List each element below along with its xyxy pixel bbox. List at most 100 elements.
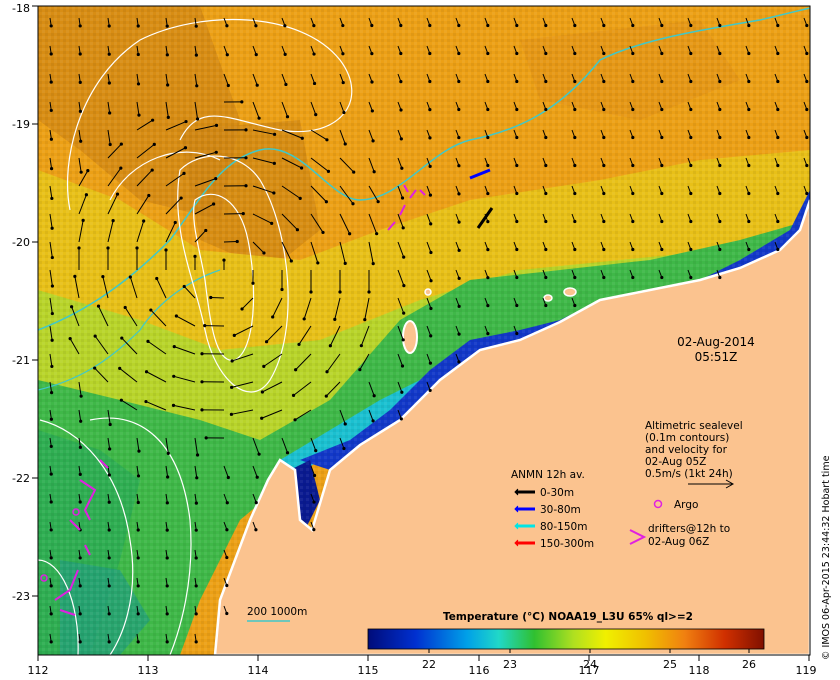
velocity-arrowhead bbox=[200, 352, 204, 356]
lon-tick-label: 114 bbox=[248, 664, 269, 677]
velocity-arrowhead bbox=[805, 23, 809, 28]
velocity-arrowhead bbox=[78, 612, 82, 616]
lat-tick-label: -23 bbox=[12, 590, 30, 603]
velocity-arrowhead bbox=[314, 449, 318, 453]
velocity-arrowhead bbox=[342, 446, 346, 451]
velocity-arrowhead bbox=[172, 345, 176, 349]
credit-text: © IMOS 06-Apr-2015 23:44:32 Hobart time bbox=[821, 455, 832, 660]
velocity-arrowhead bbox=[49, 52, 53, 56]
velocity-arrowhead bbox=[179, 196, 183, 200]
velocity-arrowhead bbox=[165, 612, 169, 616]
velocity-arrowhead bbox=[136, 528, 140, 532]
velocity-arrowhead bbox=[776, 163, 780, 168]
velocity-arrowhead bbox=[107, 52, 111, 56]
velocity-arrowhead bbox=[226, 83, 230, 88]
velocity-arrowhead bbox=[107, 500, 111, 504]
velocity-arrowhead bbox=[544, 107, 548, 112]
velocity-arrowhead bbox=[119, 142, 123, 146]
velocity-arrowhead bbox=[321, 230, 325, 235]
velocity-arrowhead bbox=[631, 23, 635, 28]
velocity-arrowhead bbox=[602, 275, 606, 280]
velocity-arrowhead bbox=[544, 247, 548, 252]
velocity-arrowhead bbox=[400, 196, 405, 200]
velocity-arrowhead bbox=[166, 451, 170, 455]
velocity-arrowhead bbox=[457, 248, 461, 252]
velocity-arrowhead bbox=[291, 393, 296, 397]
velocity-arrowhead bbox=[544, 79, 548, 84]
velocity-arrowhead bbox=[343, 142, 347, 146]
velocity-arrowhead bbox=[325, 138, 329, 142]
velocity-arrowhead bbox=[260, 416, 264, 420]
velocity-arrowhead bbox=[515, 331, 519, 336]
velocity-arrowhead bbox=[573, 79, 577, 84]
velocity-arrowhead bbox=[515, 219, 519, 224]
velocity-arrowhead bbox=[194, 501, 198, 505]
velocity-arrowhead bbox=[49, 444, 53, 449]
velocity-arrowhead bbox=[689, 79, 693, 84]
velocity-arrowhead bbox=[718, 51, 722, 56]
velocity-arrowhead bbox=[402, 255, 406, 259]
velocity-arrowhead bbox=[284, 82, 288, 87]
velocity-arrowhead bbox=[244, 128, 248, 132]
velocity-arrowhead bbox=[309, 290, 313, 294]
velocity-arrowhead bbox=[631, 79, 635, 84]
velocity-arrowhead bbox=[689, 23, 693, 28]
velocity-arrowhead bbox=[544, 219, 548, 224]
velocity-arrowhead bbox=[136, 24, 140, 28]
velocity-arrowhead bbox=[49, 24, 53, 28]
velocity-arrowhead bbox=[341, 52, 345, 56]
velocity-arrowhead bbox=[747, 135, 751, 140]
velocity-arrowhead bbox=[359, 344, 363, 348]
velocity-arrowhead bbox=[631, 219, 635, 224]
velocity-arrowhead bbox=[312, 473, 317, 478]
velocity-arrowhead bbox=[428, 136, 432, 140]
velocity-arrowhead bbox=[776, 219, 780, 224]
lon-tick-label: 116 bbox=[469, 664, 490, 677]
velocity-arrowhead bbox=[230, 359, 234, 363]
velocity-arrowhead bbox=[429, 222, 433, 226]
velocity-arrowhead bbox=[136, 52, 140, 57]
velocity-arrowhead bbox=[78, 24, 82, 28]
velocity-arrowhead bbox=[718, 23, 722, 28]
velocity-arrowhead bbox=[747, 219, 751, 224]
velocity-arrowhead bbox=[457, 220, 461, 224]
velocity-arrowhead bbox=[544, 51, 548, 56]
velocity-arrowhead bbox=[515, 275, 519, 280]
velocity-arrowhead bbox=[348, 232, 352, 236]
velocity-arrowhead bbox=[486, 107, 490, 112]
velocity-arrowhead bbox=[515, 303, 519, 308]
velocity-arrowhead bbox=[78, 80, 82, 84]
velocity-arrowhead bbox=[195, 453, 200, 457]
velocity-arrowhead bbox=[515, 51, 519, 56]
velocity-arrowhead bbox=[118, 366, 122, 371]
velocity-arrowhead bbox=[371, 261, 375, 266]
velocity-arrowhead bbox=[79, 139, 83, 143]
velocity-arrowhead bbox=[457, 164, 461, 168]
velocity-arrowhead bbox=[367, 290, 371, 294]
velocity-arrowhead bbox=[776, 135, 780, 140]
velocity-arrowhead bbox=[49, 640, 53, 644]
velocity-arrowhead bbox=[718, 79, 722, 84]
velocity-arrowhead bbox=[194, 584, 198, 588]
velocity-arrowhead bbox=[573, 275, 577, 280]
lon-tick-label: 118 bbox=[689, 664, 710, 677]
velocity-arrowhead bbox=[341, 80, 345, 85]
velocity-arrowhead bbox=[486, 332, 490, 336]
velocity-arrowhead bbox=[776, 107, 780, 112]
lat-tick-label: -18 bbox=[12, 2, 30, 15]
velocity-arrowhead bbox=[689, 275, 693, 280]
velocity-arrowhead bbox=[660, 135, 664, 140]
velocity-arrowhead bbox=[203, 324, 207, 328]
velocity-arrowhead bbox=[270, 221, 274, 225]
colorbar-tick-label: 26 bbox=[742, 658, 756, 671]
velocity-arrowhead bbox=[107, 81, 111, 85]
velocity-arrowhead bbox=[457, 360, 461, 364]
velocity-arrowhead bbox=[747, 163, 751, 168]
velocity-arrowhead bbox=[49, 167, 54, 171]
velocity-arrowhead bbox=[429, 279, 433, 283]
lat-tick-label: -20 bbox=[12, 236, 30, 249]
velocity-arrowhead bbox=[573, 191, 577, 196]
velocity-arrowhead bbox=[370, 80, 374, 84]
velocity-arrowhead bbox=[49, 472, 53, 476]
velocity-arrowhead bbox=[399, 417, 403, 421]
